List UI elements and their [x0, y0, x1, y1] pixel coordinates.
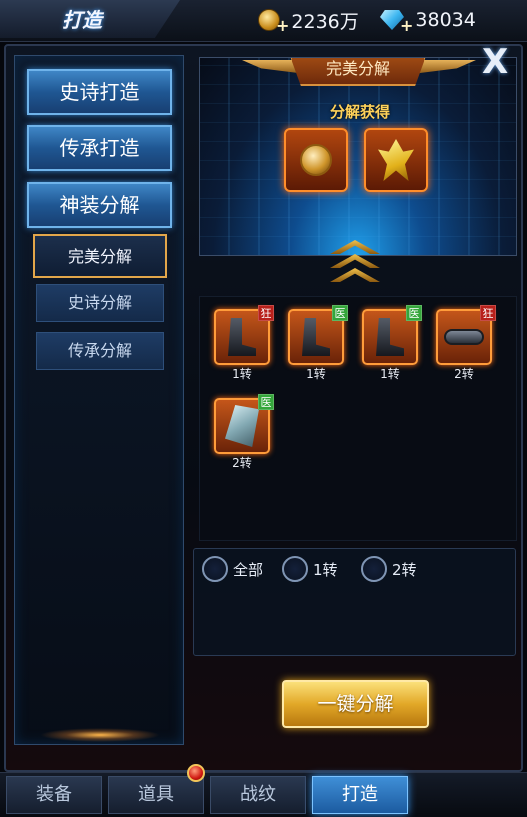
- item-label: 2转: [232, 456, 252, 470]
- gold-resource[interactable]: + 2236万: [258, 6, 359, 35]
- page-title: 打造: [62, 8, 102, 32]
- epic-decompose-tab[interactable]: 史诗分解: [36, 284, 164, 322]
- tunnel-background: [200, 58, 516, 255]
- tab-runes[interactable]: 战纹: [210, 776, 306, 814]
- gauntlet-icon: [225, 405, 259, 447]
- crystal-icon: [378, 139, 414, 181]
- perfect-decompose-tab[interactable]: 完美分解: [33, 234, 167, 278]
- one-click-decompose-button[interactable]: 一键分解: [282, 680, 429, 728]
- close-icon[interactable]: X: [482, 44, 508, 80]
- belt-icon: [444, 329, 484, 345]
- item-label: 2转: [454, 367, 474, 381]
- filter-tier2-radio[interactable]: 2转: [361, 556, 417, 582]
- top-bar: 打造 + 2236万 + 38034: [0, 0, 527, 42]
- equipment-item[interactable]: 医: [288, 305, 348, 365]
- radio-label: 1转: [313, 560, 338, 579]
- class-tag: 医: [258, 394, 274, 410]
- class-tag: 医: [332, 305, 348, 321]
- reward-slot[interactable]: [364, 128, 428, 192]
- class-tag: 医: [406, 305, 422, 321]
- medal-icon: [300, 144, 332, 176]
- equipment-item[interactable]: 医: [362, 305, 422, 365]
- boots-icon: [228, 318, 256, 356]
- gem-resource[interactable]: + 38034: [380, 6, 476, 35]
- legacy-decompose-tab[interactable]: 传承分解: [36, 332, 164, 370]
- gold-value: 2236万: [291, 10, 359, 33]
- class-tag: 狂: [480, 305, 496, 321]
- radio-circle-icon[interactable]: [202, 556, 228, 582]
- chevron-up-icon: [330, 240, 380, 288]
- filter-tier1-radio[interactable]: 1转: [282, 556, 338, 582]
- sidebar-glow: [40, 728, 160, 742]
- decompose-preview: 完美分解 分解获得: [199, 57, 517, 256]
- gold-plus-icon[interactable]: +: [276, 16, 289, 35]
- item-label: 1转: [380, 367, 400, 381]
- legacy-forge-button[interactable]: 传承打造: [27, 125, 172, 171]
- radio-circle-icon[interactable]: [282, 556, 308, 582]
- radio-label: 全部: [233, 560, 264, 579]
- epic-forge-button[interactable]: 史诗打造: [27, 69, 172, 115]
- divine-decompose-button[interactable]: 神装分解: [27, 182, 172, 228]
- tab-equipment[interactable]: 装备: [6, 776, 102, 814]
- notification-dot-icon: [187, 764, 205, 782]
- preview-banner: 完美分解: [290, 58, 426, 86]
- equipment-item[interactable]: 医: [214, 394, 274, 454]
- equipment-item[interactable]: 狂: [436, 305, 496, 365]
- filter-all-radio[interactable]: 全部: [202, 556, 263, 582]
- equipment-item[interactable]: 狂: [214, 305, 274, 365]
- gem-value: 38034: [415, 9, 476, 31]
- radio-label: 2转: [392, 560, 417, 579]
- tab-forge[interactable]: 打造: [312, 776, 408, 814]
- radio-circle-icon[interactable]: [361, 556, 387, 582]
- reward-slot[interactable]: [284, 128, 348, 192]
- boots-icon: [376, 318, 404, 356]
- item-label: 1转: [232, 367, 252, 381]
- class-tag: 狂: [258, 305, 274, 321]
- tab-items[interactable]: 道具: [108, 776, 204, 814]
- gain-label: 分解获得: [329, 103, 390, 121]
- item-label: 1转: [306, 367, 326, 381]
- boots-icon: [302, 318, 330, 356]
